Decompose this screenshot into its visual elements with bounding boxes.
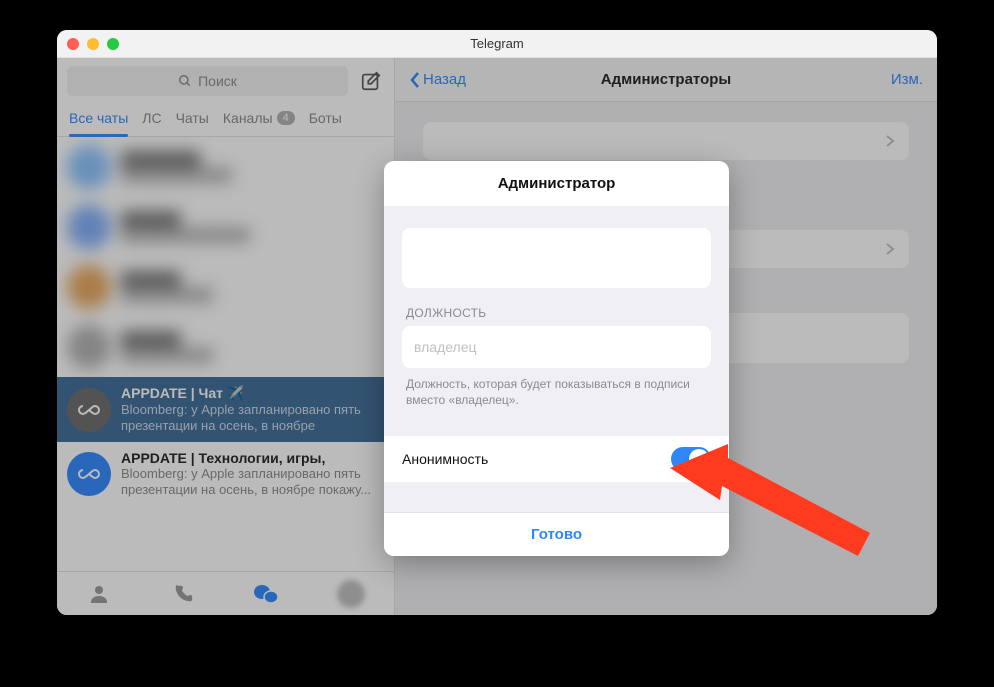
- compose-button[interactable]: [358, 68, 384, 94]
- search-icon: [178, 74, 192, 88]
- modal-body: ДОЛЖНОСТЬ Должность, которая будет показ…: [384, 206, 729, 436]
- modal-title: Администратор: [384, 161, 729, 206]
- role-input[interactable]: [414, 339, 699, 355]
- tab-label: Боты: [309, 110, 342, 126]
- role-section-label: ДОЛЖНОСТЬ: [402, 306, 711, 320]
- chat-list[interactable]: ████████████████████ ███████████████████…: [57, 137, 394, 571]
- avatar: [67, 452, 111, 496]
- chevron-right-icon: [885, 134, 895, 148]
- back-button[interactable]: Назад: [409, 71, 466, 89]
- tab-all-chats[interactable]: Все чаты: [69, 102, 128, 136]
- role-hint: Должность, которая будет показываться в …: [402, 374, 711, 424]
- person-icon: [87, 582, 111, 606]
- tab-label: Чаты: [176, 110, 209, 126]
- chat-item-selected[interactable]: APPDATE | Чат ✈️ Bloomberg: у Apple запл…: [57, 377, 394, 442]
- chat-text: APPDATE | Чат ✈️ Bloomberg: у Apple запл…: [121, 385, 384, 434]
- bottom-bar: [57, 571, 394, 615]
- detail-row[interactable]: [423, 122, 909, 160]
- back-label: Назад: [423, 71, 466, 88]
- detail-title: Администраторы: [395, 71, 937, 88]
- chats-icon: [253, 583, 279, 605]
- traffic-lights: [67, 38, 119, 50]
- tab-bots[interactable]: Боты: [309, 102, 342, 136]
- chat-title: APPDATE | Технологии, игры,: [121, 450, 384, 466]
- tab-badge: 4: [277, 111, 295, 125]
- admin-user-card: [402, 228, 711, 288]
- done-button[interactable]: Готово: [384, 512, 729, 556]
- maximize-window-button[interactable]: [107, 38, 119, 50]
- chat-item[interactable]: APPDATE | Технологии, игры, Bloomberg: у…: [57, 442, 394, 506]
- search-row: Поиск: [57, 58, 394, 102]
- admin-modal: Администратор ДОЛЖНОСТЬ Должность, котор…: [384, 161, 729, 556]
- window-title: Telegram: [57, 36, 937, 51]
- calls-tab[interactable]: [170, 581, 196, 607]
- folder-tabs: Все чаты ЛС Чаты Каналы 4 Боты: [57, 102, 394, 137]
- anonymity-row: Анонимность: [384, 436, 729, 482]
- modal-divider: [384, 482, 729, 512]
- tab-label: ЛС: [142, 110, 161, 126]
- app-window: Telegram Поиск Все чаты ЛС Чаты Каналы: [57, 30, 937, 615]
- edit-button[interactable]: Изм.: [891, 71, 923, 88]
- chevron-right-icon: [885, 242, 895, 256]
- search-placeholder: Поиск: [198, 73, 237, 89]
- titlebar: Telegram: [57, 30, 937, 58]
- contacts-tab[interactable]: [86, 581, 112, 607]
- chat-preview: Bloomberg: у Apple запланировано пять пр…: [121, 466, 384, 498]
- avatar: [67, 388, 111, 432]
- tab-dm[interactable]: ЛС: [142, 102, 161, 136]
- tab-channels[interactable]: Каналы 4: [223, 102, 295, 136]
- minimize-window-button[interactable]: [87, 38, 99, 50]
- role-input-wrap: [402, 326, 711, 368]
- infinity-icon: [77, 462, 101, 486]
- anonymity-label: Анонимность: [402, 451, 488, 467]
- chat-list-blurred: ████████████████████ ███████████████████…: [57, 137, 394, 377]
- detail-header: Назад Администраторы Изм.: [395, 58, 937, 102]
- anonymity-toggle[interactable]: [671, 447, 711, 471]
- chevron-left-icon: [409, 71, 421, 89]
- settings-tab[interactable]: [337, 580, 365, 608]
- compose-icon: [360, 70, 382, 92]
- sidebar: Поиск Все чаты ЛС Чаты Каналы 4 Боты: [57, 58, 395, 615]
- search-input[interactable]: Поиск: [67, 66, 348, 96]
- phone-icon: [172, 583, 194, 605]
- close-window-button[interactable]: [67, 38, 79, 50]
- tab-label: Каналы: [223, 110, 273, 126]
- infinity-icon: [77, 398, 101, 422]
- chat-title: APPDATE | Чат ✈️: [121, 385, 384, 402]
- chat-preview: Bloomberg: у Apple запланировано пять пр…: [121, 402, 384, 434]
- tab-chats[interactable]: Чаты: [176, 102, 209, 136]
- chats-tab[interactable]: [253, 581, 279, 607]
- chat-text: APPDATE | Технологии, игры, Bloomberg: у…: [121, 450, 384, 498]
- tab-label: Все чаты: [69, 110, 128, 126]
